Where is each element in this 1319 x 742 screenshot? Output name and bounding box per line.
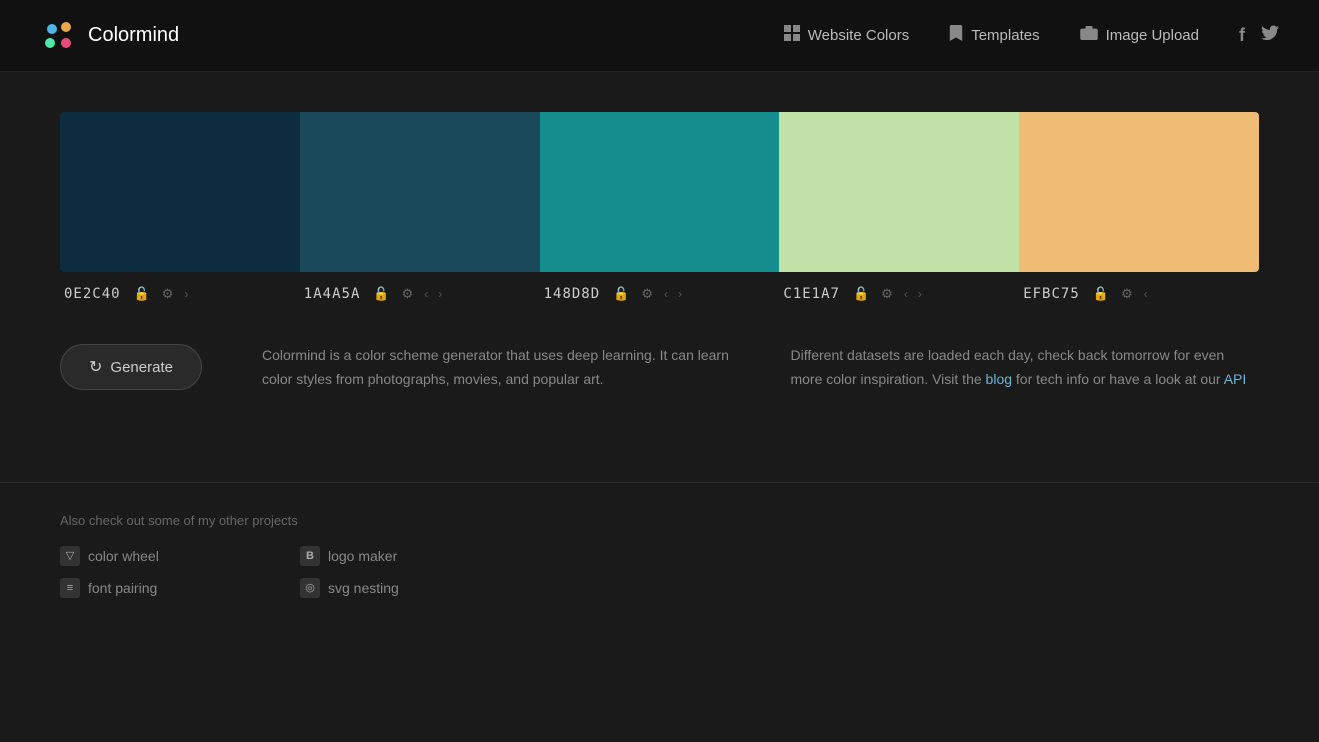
refresh-icon: ↻ (89, 357, 102, 377)
lock-btn-1[interactable]: 🔓 (131, 284, 153, 304)
palette-labels: 0E2C40 🔓 ⚙ › 1A4A5A 🔓 ⚙ ‹ › 148D8D 🔓 ⚙ ‹ (60, 284, 1259, 304)
generate-button[interactable]: ↻ Generate (60, 344, 202, 390)
bookmark-icon (949, 25, 963, 46)
swatch-5[interactable] (1019, 112, 1259, 272)
description-left: Colormind is a color scheme generator th… (262, 344, 731, 392)
color-actions-1: 🔓 ⚙ › (131, 284, 191, 304)
adjust-btn-2[interactable]: ⚙ (399, 284, 417, 304)
hex-2: 1A4A5A (304, 286, 361, 302)
description-right: Different datasets are loaded each day, … (790, 344, 1259, 392)
facebook-link[interactable]: f (1239, 25, 1245, 46)
main-content: 0E2C40 🔓 ⚙ › 1A4A5A 🔓 ⚙ ‹ › 148D8D 🔓 ⚙ ‹ (0, 72, 1319, 432)
generate-label: Generate (110, 359, 173, 376)
color-palette (60, 112, 1259, 272)
color-actions-3: 🔓 ⚙ ‹ › (610, 284, 684, 304)
logo-maker-label: logo maker (328, 548, 397, 564)
adjust-btn-1[interactable]: ⚙ (159, 284, 177, 304)
swatch-2[interactable] (300, 112, 540, 272)
social-links: f (1239, 25, 1279, 46)
lock-btn-3[interactable]: 🔓 (610, 284, 632, 304)
chevron-left-3[interactable]: ‹ (662, 285, 670, 303)
nav-image-upload[interactable]: Image Upload (1080, 26, 1199, 45)
chevron-right-3[interactable]: › (676, 285, 684, 303)
color-label-5: EFBC75 🔓 ⚙ ‹ (1019, 284, 1259, 304)
generate-section: ↻ Generate Colormind is a color scheme g… (60, 344, 1259, 392)
footer-title: Also check out some of my other projects (60, 513, 1259, 528)
footer-link-color-wheel[interactable]: ▽ color wheel (60, 546, 260, 566)
footer: Also check out some of my other projects… (0, 513, 1319, 638)
hex-4: C1E1A7 (783, 286, 840, 302)
color-label-2: 1A4A5A 🔓 ⚙ ‹ › (300, 284, 540, 304)
api-link[interactable]: API (1224, 371, 1247, 387)
nav-links: Website Colors Templates Image Upload (784, 25, 1199, 46)
footer-link-font-pairing[interactable]: ≡ font pairing (60, 578, 260, 598)
blog-link[interactable]: blog (986, 371, 1012, 387)
swatch-1[interactable] (60, 112, 300, 272)
logo-maker-icon: B (300, 546, 320, 566)
footer-link-logo-maker[interactable]: B logo maker (300, 546, 500, 566)
camera-icon (1080, 26, 1098, 45)
nav-templates-label: Templates (971, 27, 1039, 44)
lock-btn-2[interactable]: 🔓 (370, 284, 392, 304)
logo[interactable]: Colormind (40, 17, 179, 55)
logo-icon (40, 17, 78, 55)
nav-image-upload-label: Image Upload (1106, 27, 1199, 44)
color-wheel-label: color wheel (88, 548, 159, 564)
chevron-left-5[interactable]: ‹ (1142, 285, 1150, 303)
lock-btn-4[interactable]: 🔓 (850, 284, 872, 304)
adjust-btn-5[interactable]: ⚙ (1118, 284, 1136, 304)
chevron-left-4[interactable]: ‹ (902, 285, 910, 303)
description-mid: for tech info or have a look at our (1016, 371, 1224, 387)
svg-nesting-icon: ◎ (300, 578, 320, 598)
footer-links: ▽ color wheel B logo maker ≡ font pairin… (60, 546, 1259, 598)
svg-nesting-label: svg nesting (328, 580, 399, 596)
footer-link-svg-nesting[interactable]: ◎ svg nesting (300, 578, 500, 598)
nav-templates[interactable]: Templates (949, 25, 1039, 46)
hex-1: 0E2C40 (64, 286, 121, 302)
color-label-1: 0E2C40 🔓 ⚙ › (60, 284, 300, 304)
font-pairing-label: font pairing (88, 580, 157, 596)
swatch-4[interactable] (779, 112, 1019, 272)
chevron-right-1[interactable]: › (182, 285, 190, 303)
hex-5: EFBC75 (1023, 286, 1080, 302)
description-left-text: Colormind is a color scheme generator th… (262, 347, 729, 387)
color-label-4: C1E1A7 🔓 ⚙ ‹ › (779, 284, 1019, 304)
navbar: Colormind Website Colors Templates Image… (0, 0, 1319, 72)
color-actions-4: 🔓 ⚙ ‹ › (850, 284, 924, 304)
nav-website-colors-label: Website Colors (808, 27, 909, 44)
divider (0, 482, 1319, 483)
adjust-btn-4[interactable]: ⚙ (878, 284, 896, 304)
chevron-right-4[interactable]: › (916, 285, 924, 303)
chevron-left-2[interactable]: ‹ (422, 285, 430, 303)
grid-icon (784, 25, 800, 46)
font-pairing-icon: ≡ (60, 578, 80, 598)
color-actions-2: 🔓 ⚙ ‹ › (370, 284, 444, 304)
logo-text: Colormind (88, 24, 179, 47)
swatch-3[interactable] (540, 112, 780, 272)
hex-3: 148D8D (544, 286, 601, 302)
nav-website-colors[interactable]: Website Colors (784, 25, 909, 46)
color-wheel-icon: ▽ (60, 546, 80, 566)
adjust-btn-3[interactable]: ⚙ (638, 284, 656, 304)
color-label-3: 148D8D 🔓 ⚙ ‹ › (540, 284, 780, 304)
twitter-link[interactable] (1261, 25, 1279, 46)
color-actions-5: 🔓 ⚙ ‹ (1090, 284, 1150, 304)
lock-btn-5[interactable]: 🔓 (1090, 284, 1112, 304)
chevron-right-2[interactable]: › (436, 285, 444, 303)
